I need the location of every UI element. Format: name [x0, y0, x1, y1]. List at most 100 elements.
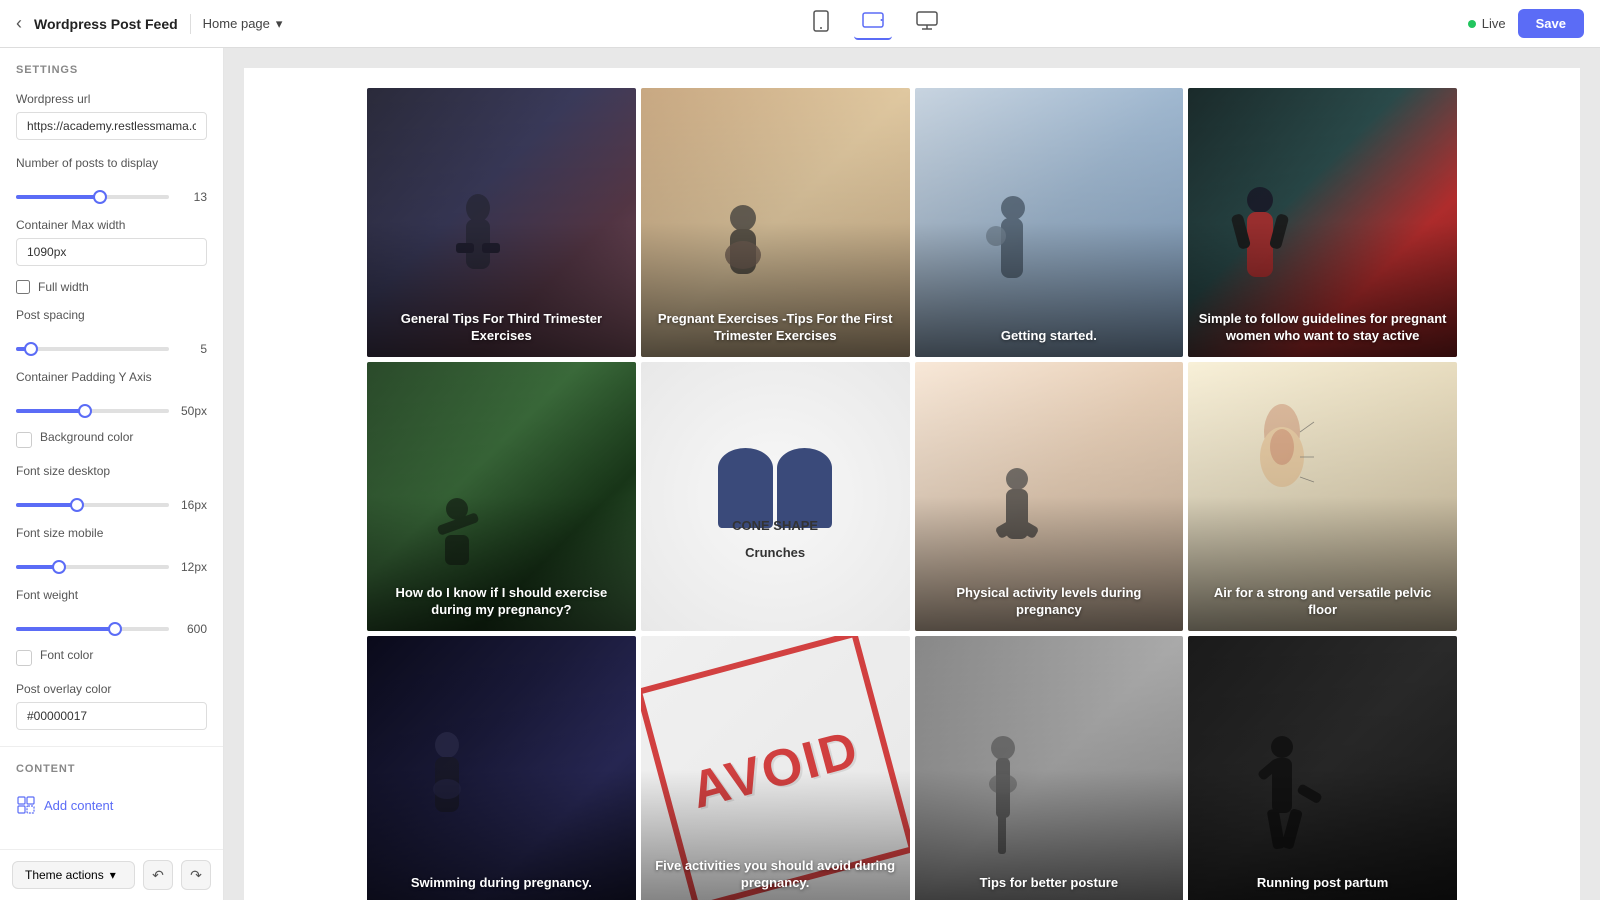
post-card-10[interactable]: AVOID Five activities you should avoid d… [641, 636, 910, 900]
background-color-swatch[interactable] [16, 432, 32, 448]
container-width-label: Container Max width [16, 218, 207, 232]
font-size-desktop-value: 16px [177, 498, 207, 512]
app-title: Wordpress Post Feed [34, 16, 178, 32]
post-label-10: Five activities you should avoid during … [641, 846, 910, 900]
post-bg-6: CONE SHAPE Crunches [641, 362, 910, 631]
save-button[interactable]: Save [1518, 9, 1584, 38]
divider [190, 14, 191, 34]
container-width-input[interactable] [16, 238, 207, 266]
container-padding-field: Container Padding Y Axis [0, 362, 223, 398]
wordpress-url-field: Wordpress url [0, 84, 223, 148]
container-width-field: Container Max width [0, 210, 223, 274]
post-overlay-color-input[interactable] [16, 702, 207, 730]
undo-button[interactable]: ↶ [143, 860, 173, 890]
post-label-8: Air for a strong and versatile pelvic fl… [1188, 573, 1457, 631]
font-size-desktop-row: 16px [0, 492, 223, 518]
add-content-label: Add content [44, 798, 113, 813]
post-card-7[interactable]: Physical activity levels during pregnanc… [915, 362, 1184, 631]
theme-actions-label: Theme actions [25, 868, 104, 882]
post-card-2[interactable]: Pregnant Exercises -Tips For the First T… [641, 88, 910, 357]
redo-button[interactable]: ↷ [181, 860, 211, 890]
font-color-label: Font color [40, 648, 93, 662]
post-label-4: Simple to follow guidelines for pregnant… [1188, 299, 1457, 357]
post-card-3[interactable]: Getting started. [915, 88, 1184, 357]
container-padding-value: 50px [177, 404, 207, 418]
canvas-inner: General Tips For Third Trimester Exercis… [244, 68, 1580, 900]
font-color-swatch[interactable] [16, 650, 32, 666]
page-label: Home page [203, 16, 270, 31]
post-overlay-12 [1188, 636, 1457, 900]
tablet-device-button[interactable] [854, 7, 892, 40]
cone-label-title: CONE SHAPE [641, 518, 910, 533]
posts-count-value: 13 [177, 190, 207, 204]
post-label-9: Swimming during pregnancy. [367, 863, 636, 900]
cone-label-subtitle: Crunches [641, 545, 910, 560]
redo-icon: ↷ [190, 867, 202, 884]
post-overlay-9 [367, 636, 636, 900]
post-card-9[interactable]: Swimming during pregnancy. [367, 636, 636, 900]
post-overlay-color-field: Post overlay color [0, 674, 223, 738]
wordpress-url-label: Wordpress url [16, 92, 207, 106]
content-section-title: CONTENT [0, 747, 223, 783]
font-size-mobile-row: 12px [0, 554, 223, 580]
font-size-desktop-field: Font size desktop [0, 456, 223, 492]
post-card-1[interactable]: General Tips For Third Trimester Exercis… [367, 88, 636, 357]
post-card-11[interactable]: Tips for better posture [915, 636, 1184, 900]
posts-count-field: Number of posts to display [0, 148, 223, 184]
font-size-mobile-value: 12px [177, 560, 207, 574]
post-spacing-row: 5 [0, 336, 223, 362]
post-label-5: How do I know if I should exercise durin… [367, 573, 636, 631]
post-card-8[interactable]: Air for a strong and versatile pelvic fl… [1188, 362, 1457, 631]
desktop-device-button[interactable] [908, 7, 946, 40]
mobile-device-button[interactable] [804, 6, 838, 41]
canvas: General Tips For Third Trimester Exercis… [224, 48, 1600, 900]
post-label-12: Running post partum [1188, 863, 1457, 900]
content-section: CONTENT Add content [0, 746, 223, 827]
back-button[interactable]: ‹ [16, 13, 22, 34]
font-weight-slider[interactable] [16, 627, 169, 631]
post-label-2: Pregnant Exercises -Tips For the First T… [641, 299, 910, 357]
main-layout: SETTINGS Wordpress url Number of posts t… [0, 48, 1600, 900]
full-width-checkbox[interactable] [16, 280, 30, 294]
chevron-down-icon: ▾ [276, 16, 283, 32]
post-spacing-slider[interactable] [16, 347, 169, 351]
font-size-desktop-slider[interactable] [16, 503, 169, 507]
background-color-row: Background color [0, 424, 223, 456]
post-label-11: Tips for better posture [915, 863, 1184, 900]
container-padding-label: Container Padding Y Axis [16, 370, 207, 384]
font-size-mobile-slider[interactable] [16, 565, 169, 569]
container-padding-slider[interactable] [16, 409, 169, 413]
post-spacing-label: Post spacing [16, 308, 207, 322]
add-content-button[interactable]: Add content [0, 783, 223, 827]
wordpress-url-input[interactable] [16, 112, 207, 140]
page-selector[interactable]: Home page ▾ [203, 16, 283, 32]
post-card-4[interactable]: Simple to follow guidelines for pregnant… [1188, 88, 1457, 357]
sidebar: SETTINGS Wordpress url Number of posts t… [0, 48, 224, 900]
settings-section-title: SETTINGS [0, 48, 223, 84]
theme-actions-chevron: ▾ [110, 868, 116, 882]
live-indicator: Live [1468, 16, 1506, 31]
font-size-mobile-label: Font size mobile [16, 526, 207, 540]
undo-icon: ↶ [152, 867, 164, 884]
background-color-label: Background color [40, 430, 133, 444]
font-weight-value: 600 [177, 622, 207, 636]
posts-count-row: 13 [0, 184, 223, 210]
theme-actions-button[interactable]: Theme actions ▾ [12, 861, 135, 889]
full-width-row: Full width [0, 274, 223, 300]
font-weight-label: Font weight [16, 588, 207, 602]
sidebar-bottom: Theme actions ▾ ↶ ↷ [0, 849, 223, 900]
post-card-6[interactable]: CONE SHAPE Crunches [641, 362, 910, 631]
posts-count-label: Number of posts to display [16, 156, 207, 170]
container-padding-row: 50px [0, 398, 223, 424]
post-label-7: Physical activity levels during pregnanc… [915, 573, 1184, 631]
post-label-1: General Tips For Third Trimester Exercis… [367, 299, 636, 357]
font-size-mobile-field: Font size mobile [0, 518, 223, 554]
post-label-3: Getting started. [915, 316, 1184, 357]
font-weight-row: 600 [0, 616, 223, 642]
post-card-12[interactable]: Running post partum [1188, 636, 1457, 900]
add-content-icon [16, 795, 36, 815]
post-card-5[interactable]: How do I know if I should exercise durin… [367, 362, 636, 631]
post-grid: General Tips For Third Trimester Exercis… [367, 88, 1457, 900]
posts-count-slider[interactable] [16, 195, 169, 199]
topbar: ‹ Wordpress Post Feed Home page ▾ Live S… [0, 0, 1600, 48]
